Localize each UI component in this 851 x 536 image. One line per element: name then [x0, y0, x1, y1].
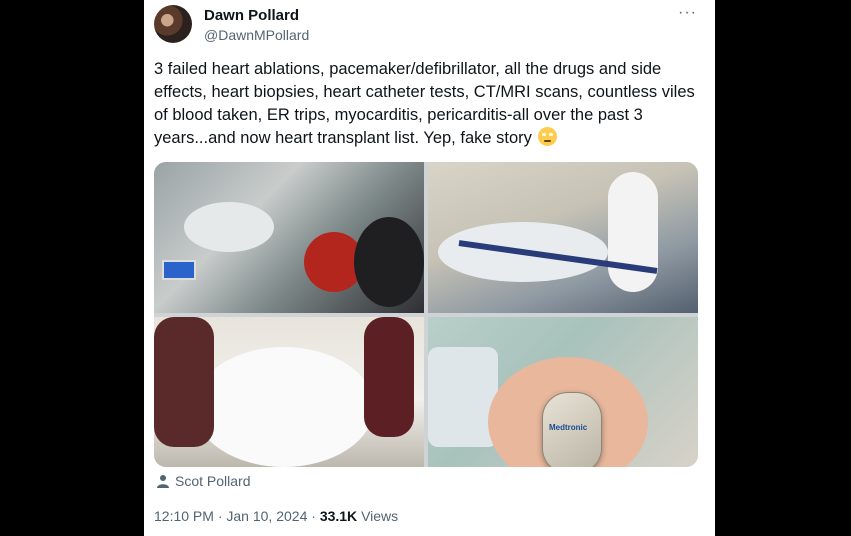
tagged-user-name: Scot Pollard	[175, 473, 251, 489]
tagged-user[interactable]: Scot Pollard	[157, 473, 250, 489]
views-label: Views	[361, 508, 399, 524]
person-left	[154, 317, 214, 447]
monitor-device	[428, 347, 498, 447]
person-right	[364, 317, 414, 437]
more-options-icon[interactable]: ···	[678, 4, 697, 22]
pacemaker-device: Medtronic	[542, 392, 602, 467]
tweet-time[interactable]: 12:10 PM	[154, 508, 214, 524]
tweet-text: 3 failed heart ablations, pacemaker/defi…	[154, 58, 704, 150]
bed-blanket	[194, 347, 374, 467]
tweet-date[interactable]: Jan 10, 2024	[226, 508, 307, 524]
meta-separator-2: ·	[311, 508, 316, 524]
photo-hospital-bed-2[interactable]	[428, 162, 698, 313]
author-handle[interactable]: @DawnMPollard	[204, 27, 309, 43]
photo-hospital-bed-1[interactable]	[154, 162, 424, 313]
rolling-eyes-emoji-icon	[538, 127, 558, 146]
bed-sheet	[184, 202, 274, 252]
author-avatar[interactable]	[154, 5, 192, 43]
doctor-white-coat	[608, 172, 658, 292]
media-grid: Medtronic	[154, 162, 698, 467]
tweet-body: 3 failed heart ablations, pacemaker/defi…	[154, 60, 695, 147]
views-count: 33.1K	[319, 508, 358, 524]
monitor-screen	[162, 260, 196, 280]
tweet-meta: 12:10 PM · Jan 10, 2024 · 33.1K Views	[154, 508, 398, 524]
device-brand-label: Medtronic	[549, 423, 588, 432]
photo-hospital-bed-3[interactable]	[154, 317, 424, 467]
meta-separator: ·	[217, 508, 223, 524]
tweet-card: Dawn Pollard @DawnMPollard ··· 3 failed …	[144, 0, 715, 536]
person-icon	[157, 475, 169, 488]
person-black-shirt	[354, 217, 424, 307]
author-name[interactable]: Dawn Pollard	[204, 7, 299, 24]
